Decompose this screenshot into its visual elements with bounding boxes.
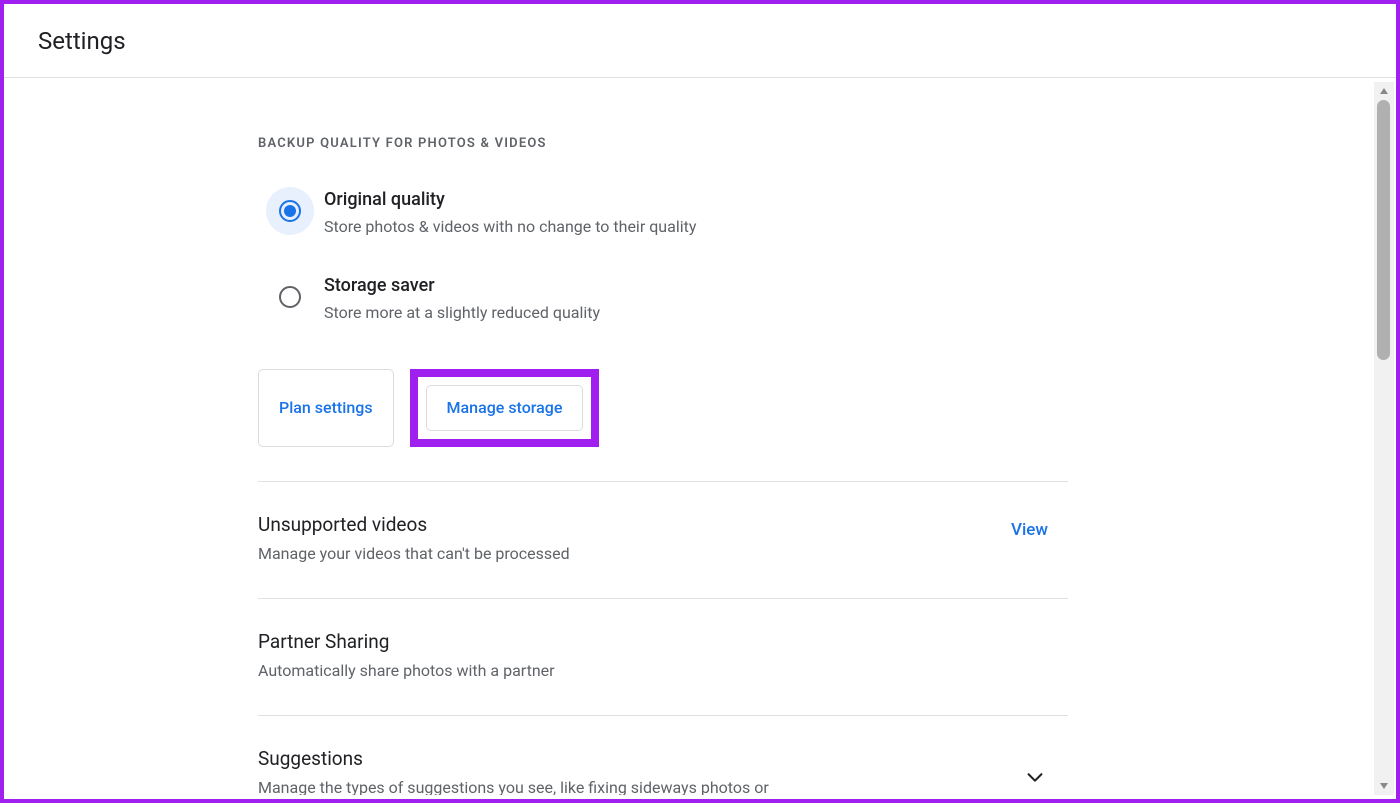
radio-option-original-quality[interactable]: Original quality Store photos & videos w… [258, 175, 1068, 261]
partner-sharing-texts: Partner Sharing Automatically share phot… [258, 629, 1068, 683]
list-item-description: Automatically share photos with a partne… [258, 659, 858, 683]
list-item-title: Suggestions [258, 746, 1004, 772]
manage-storage-highlight: Manage storage [410, 369, 600, 447]
radio-option-title: Storage saver [324, 273, 600, 299]
plan-settings-button[interactable]: Plan settings [258, 369, 394, 447]
scrollbar-down-arrow-icon[interactable] [1374, 777, 1394, 795]
scrollbar[interactable] [1374, 82, 1394, 795]
settings-window: Settings BACKUP QUALITY FOR PHOTOS & VID… [0, 0, 1400, 803]
radio-unselected-icon [279, 286, 301, 308]
unsupported-videos-texts: Unsupported videos Manage your videos th… [258, 512, 1011, 566]
partner-sharing-item[interactable]: Partner Sharing Automatically share phot… [258, 599, 1068, 715]
radio-dot-icon [284, 205, 296, 217]
suggestions-item[interactable]: Suggestions Manage the types of suggesti… [258, 716, 1068, 795]
list-item-title: Unsupported videos [258, 512, 991, 538]
page-title: Settings [38, 27, 126, 55]
list-item-description: Manage the types of suggestions you see,… [258, 776, 858, 795]
unsupported-videos-item[interactable]: Unsupported videos Manage your videos th… [258, 482, 1068, 598]
settings-header: Settings [4, 4, 1396, 78]
radio-option-storage-saver[interactable]: Storage saver Store more at a slightly r… [258, 261, 1068, 347]
chevron-down-icon [1024, 746, 1068, 788]
suggestions-texts: Suggestions Manage the types of suggesti… [258, 746, 1024, 795]
settings-content: BACKUP QUALITY FOR PHOTOS & VIDEOS Origi… [258, 82, 1068, 795]
radio-storage-saver-texts: Storage saver Store more at a slightly r… [324, 273, 600, 325]
unsupported-videos-view-link[interactable]: View [1011, 512, 1068, 540]
manage-storage-button[interactable]: Manage storage [426, 385, 584, 431]
settings-scroll-area[interactable]: BACKUP QUALITY FOR PHOTOS & VIDEOS Origi… [4, 82, 1372, 795]
list-item-description: Manage your videos that can't be process… [258, 542, 858, 566]
radio-option-description: Store more at a slightly reduced quality [324, 301, 600, 325]
radio-original-quality-icon [266, 187, 314, 235]
list-item-title: Partner Sharing [258, 629, 1048, 655]
radio-original-quality-texts: Original quality Store photos & videos w… [324, 187, 696, 239]
radio-option-title: Original quality [324, 187, 696, 213]
radio-storage-saver-icon [266, 273, 314, 321]
scrollbar-thumb[interactable] [1377, 100, 1390, 360]
backup-quality-buttons: Plan settings Manage storage [258, 347, 1068, 481]
backup-quality-section-label: BACKUP QUALITY FOR PHOTOS & VIDEOS [258, 82, 1068, 175]
radio-option-description: Store photos & videos with no change to … [324, 215, 696, 239]
radio-selected-icon [279, 200, 301, 222]
scrollbar-up-arrow-icon[interactable] [1374, 82, 1394, 100]
